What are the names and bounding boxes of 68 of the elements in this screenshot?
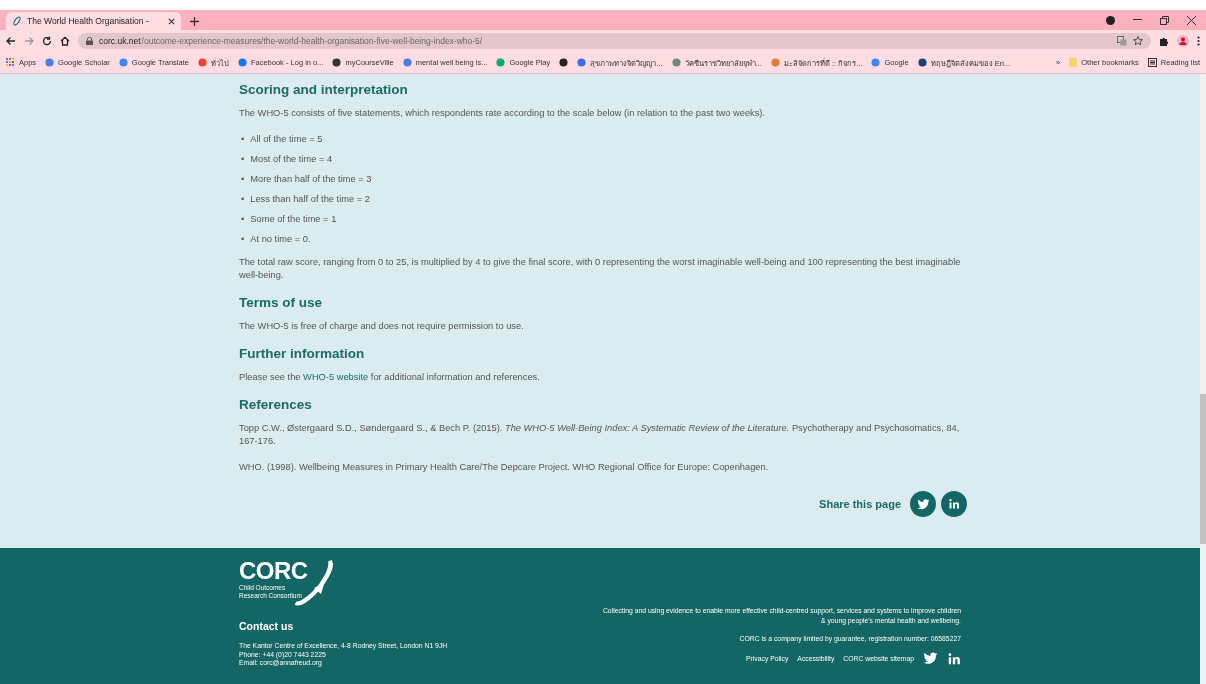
leaf-favicon-icon [12,16,22,26]
bookmark-favicon-icon [770,58,780,67]
bookmark-favicon-icon [45,58,55,67]
section-heading: Terms of use [239,295,324,310]
list-item: All of the time = 5 [250,133,323,146]
star-icon[interactable] [1133,36,1143,46]
reload-icon[interactable] [42,36,52,46]
website-link[interactable]: WHO-5 website [303,372,369,382]
translate-icon[interactable] [1117,36,1127,46]
bookmark-favicon-icon [671,58,681,67]
contact-heading: Contact us [239,620,295,632]
new-tab-plus-icon[interactable] [189,16,199,26]
close-icon[interactable] [1187,15,1196,25]
logo-wordmark: CORC [239,557,308,584]
share-label: Share this page [819,498,901,510]
list-item: At no time = 0. [250,233,311,246]
bookmark-favicon-icon [402,58,412,67]
paragraph: WHO. (1998). Wellbeing Measures in Primary Health Care/The Depcare Project. WHO Regional Office for Europe: Copenhagen. [239,461,770,474]
list-item: More than half of the time = 3 [250,173,372,186]
list-item: Most of the time = 4 [250,153,333,166]
lock-icon [86,37,93,45]
address-bar[interactable]: corc.uk.net/outcome-experience-measures/the-world-health-organisation-five-well-being-index-who-5/ [78,33,1151,49]
home-icon[interactable] [60,36,70,46]
twitter-bird-icon [916,497,930,511]
section-heading: References [239,397,313,412]
list-item: Some of the time = 1 [250,213,337,226]
url-path: /outcome-experience-measures/the-world-health-organisation-five-well-being-index-who-5/ [141,36,483,46]
minimize-icon[interactable] [1133,19,1142,21]
twitter-bird-icon [923,651,938,666]
linkedin-icon [948,498,960,510]
restore-icon[interactable] [1160,15,1169,25]
paragraph: The WHO-5 is free of charge and does not require permission to use. [239,320,525,333]
back-arrow-icon[interactable] [6,36,16,46]
bookmark-favicon-icon [332,58,342,67]
list-icon [1147,58,1157,67]
bookmark-favicon-icon [917,58,927,67]
section-heading: Further information [239,346,366,361]
paragraph: The WHO-5 consists of five statements, which respondents rate according to the scale below (in relation to the past two weeks). [239,107,767,120]
bookmark-favicon-icon [871,58,881,67]
url-host: corc.uk.net [99,36,141,46]
bookmark-favicon-icon [496,58,506,67]
linkedin-share-button[interactable] [941,491,967,517]
bullet: • [241,213,245,226]
twitter-share-button[interactable] [910,491,936,517]
paragraph: The total raw score, ranging from 0 to 25, is multiplied by 4 to give the final score, with 0 representing the worst imaginable well-being and 100 representing the best imaginable well-being. [239,256,962,282]
bullet: • [241,233,245,246]
apps-grid-icon [6,58,15,67]
profile-dot-icon[interactable] [1106,15,1115,25]
bookmark-favicon-icon [197,58,207,67]
bullet: • [241,133,245,146]
section-heading: Scoring and interpretation [239,82,409,97]
close-icon[interactable] [168,17,175,25]
bookmark-favicon-icon [237,58,247,67]
list-item: Less than half of the time = 2 [250,193,370,206]
bullet: • [241,153,245,166]
scrollbar-thumb[interactable] [1200,394,1206,544]
paragraph: Please see the WHO-5 website for additional information and references. [239,371,541,384]
paragraph: Topp C.W., Østergaard S.D., Søndergaard S., & Bech P. (2015). The WHO-5 Well-Being Index: A Systematic Review of the Literature. Psychotherapy and Psychosomatics, 84, 167-176. [239,422,961,448]
avatar-icon[interactable] [1177,35,1189,47]
bullet: • [241,193,245,206]
bullet: • [241,173,245,186]
folder-icon [1069,58,1078,67]
tab-title: The World Health Organisation - [27,16,150,26]
puzzle-piece-icon[interactable] [1159,36,1169,46]
more-menu-icon[interactable] [1197,36,1200,46]
browser-tab[interactable]: The World Health Organisation - [6,12,181,30]
bookmark-favicon-icon [118,58,128,67]
linkedin-icon [947,651,961,666]
